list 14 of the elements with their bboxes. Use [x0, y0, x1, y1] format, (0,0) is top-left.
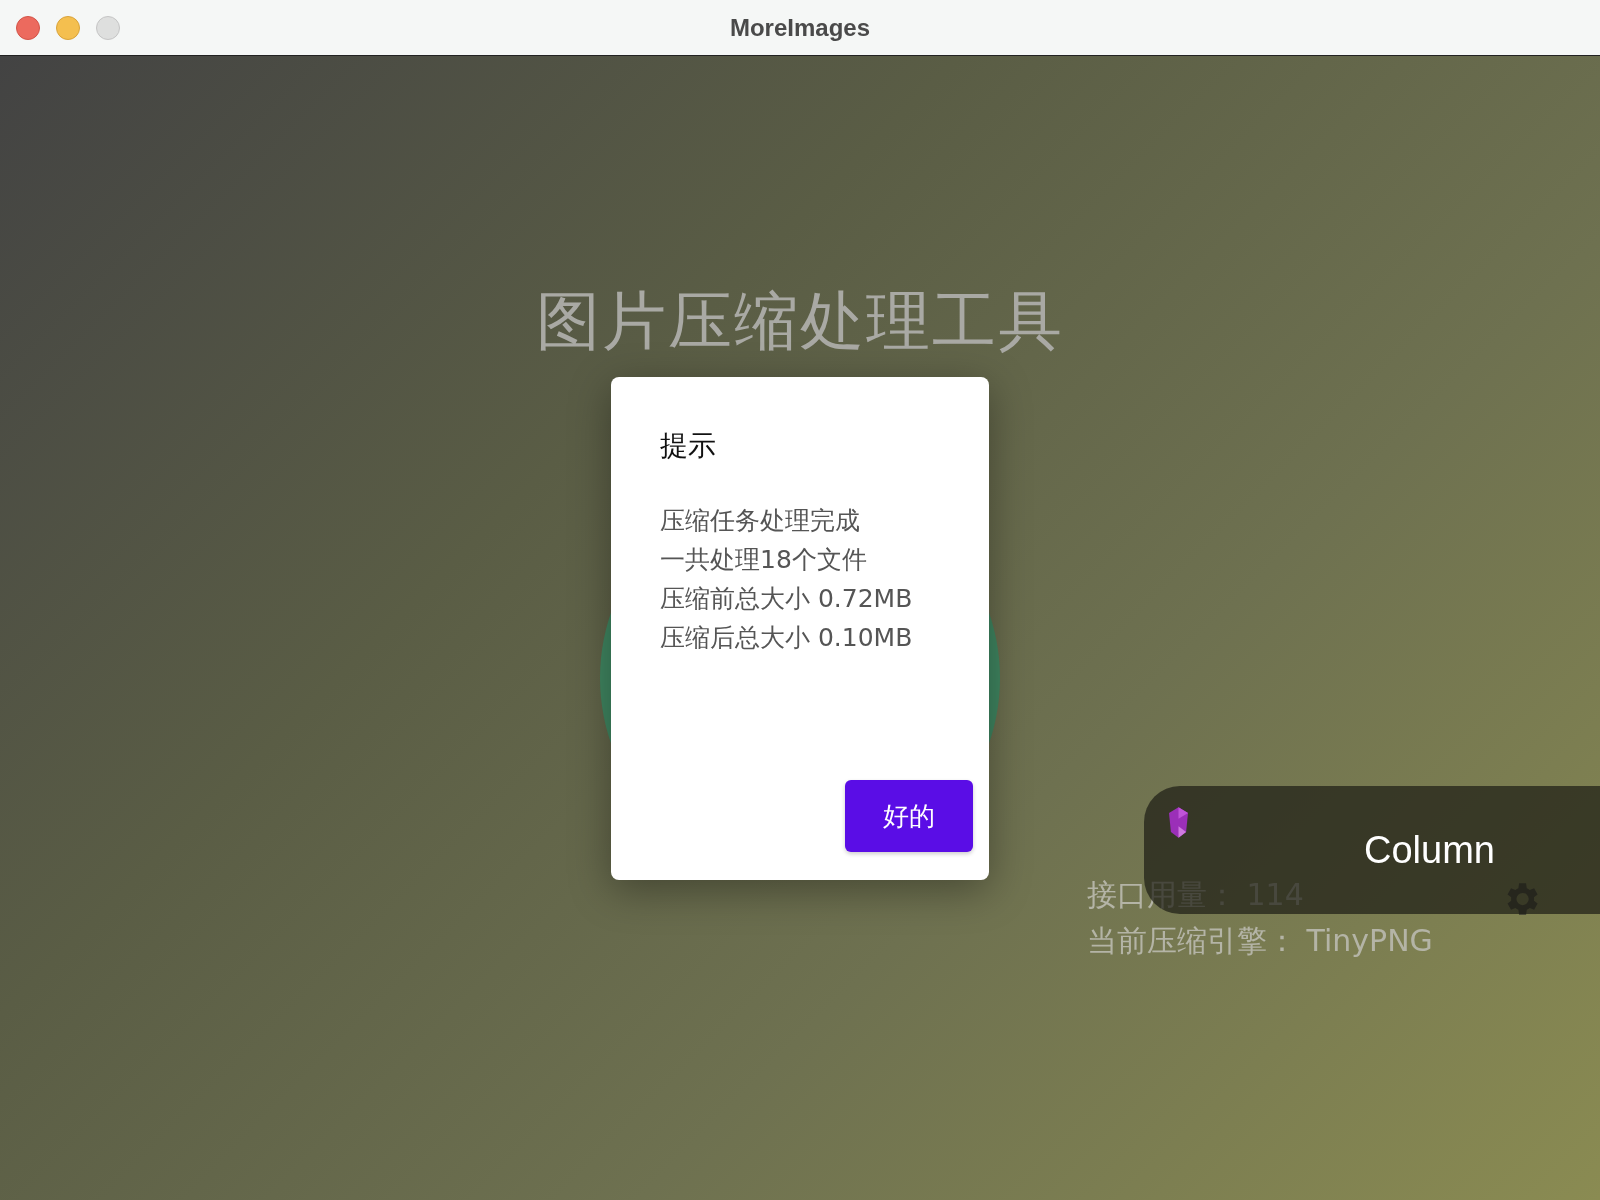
minimize-button[interactable]: [56, 16, 80, 40]
gem-icon: [1169, 807, 1188, 838]
zoom-button[interactable]: [96, 16, 120, 40]
notification-label: Column: [1364, 828, 1495, 872]
close-button[interactable]: [16, 16, 40, 40]
dialog-title: 提示: [660, 428, 717, 464]
ok-button[interactable]: 好的: [845, 780, 973, 852]
window-title: MoreImages: [729, 13, 871, 42]
info-text: 当前压缩引擎： TinyPNG: [1087, 922, 1433, 960]
dialog-message: 压缩前总大小 0.72MB: [660, 583, 914, 615]
dialog-message: 压缩后总大小 0.10MB: [660, 622, 914, 654]
dialog-message: 一共处理18个文件: [660, 544, 868, 576]
app-heading: 图片压缩处理工具: [536, 283, 1064, 360]
dialog-message: 压缩任务处理完成: [660, 505, 861, 537]
